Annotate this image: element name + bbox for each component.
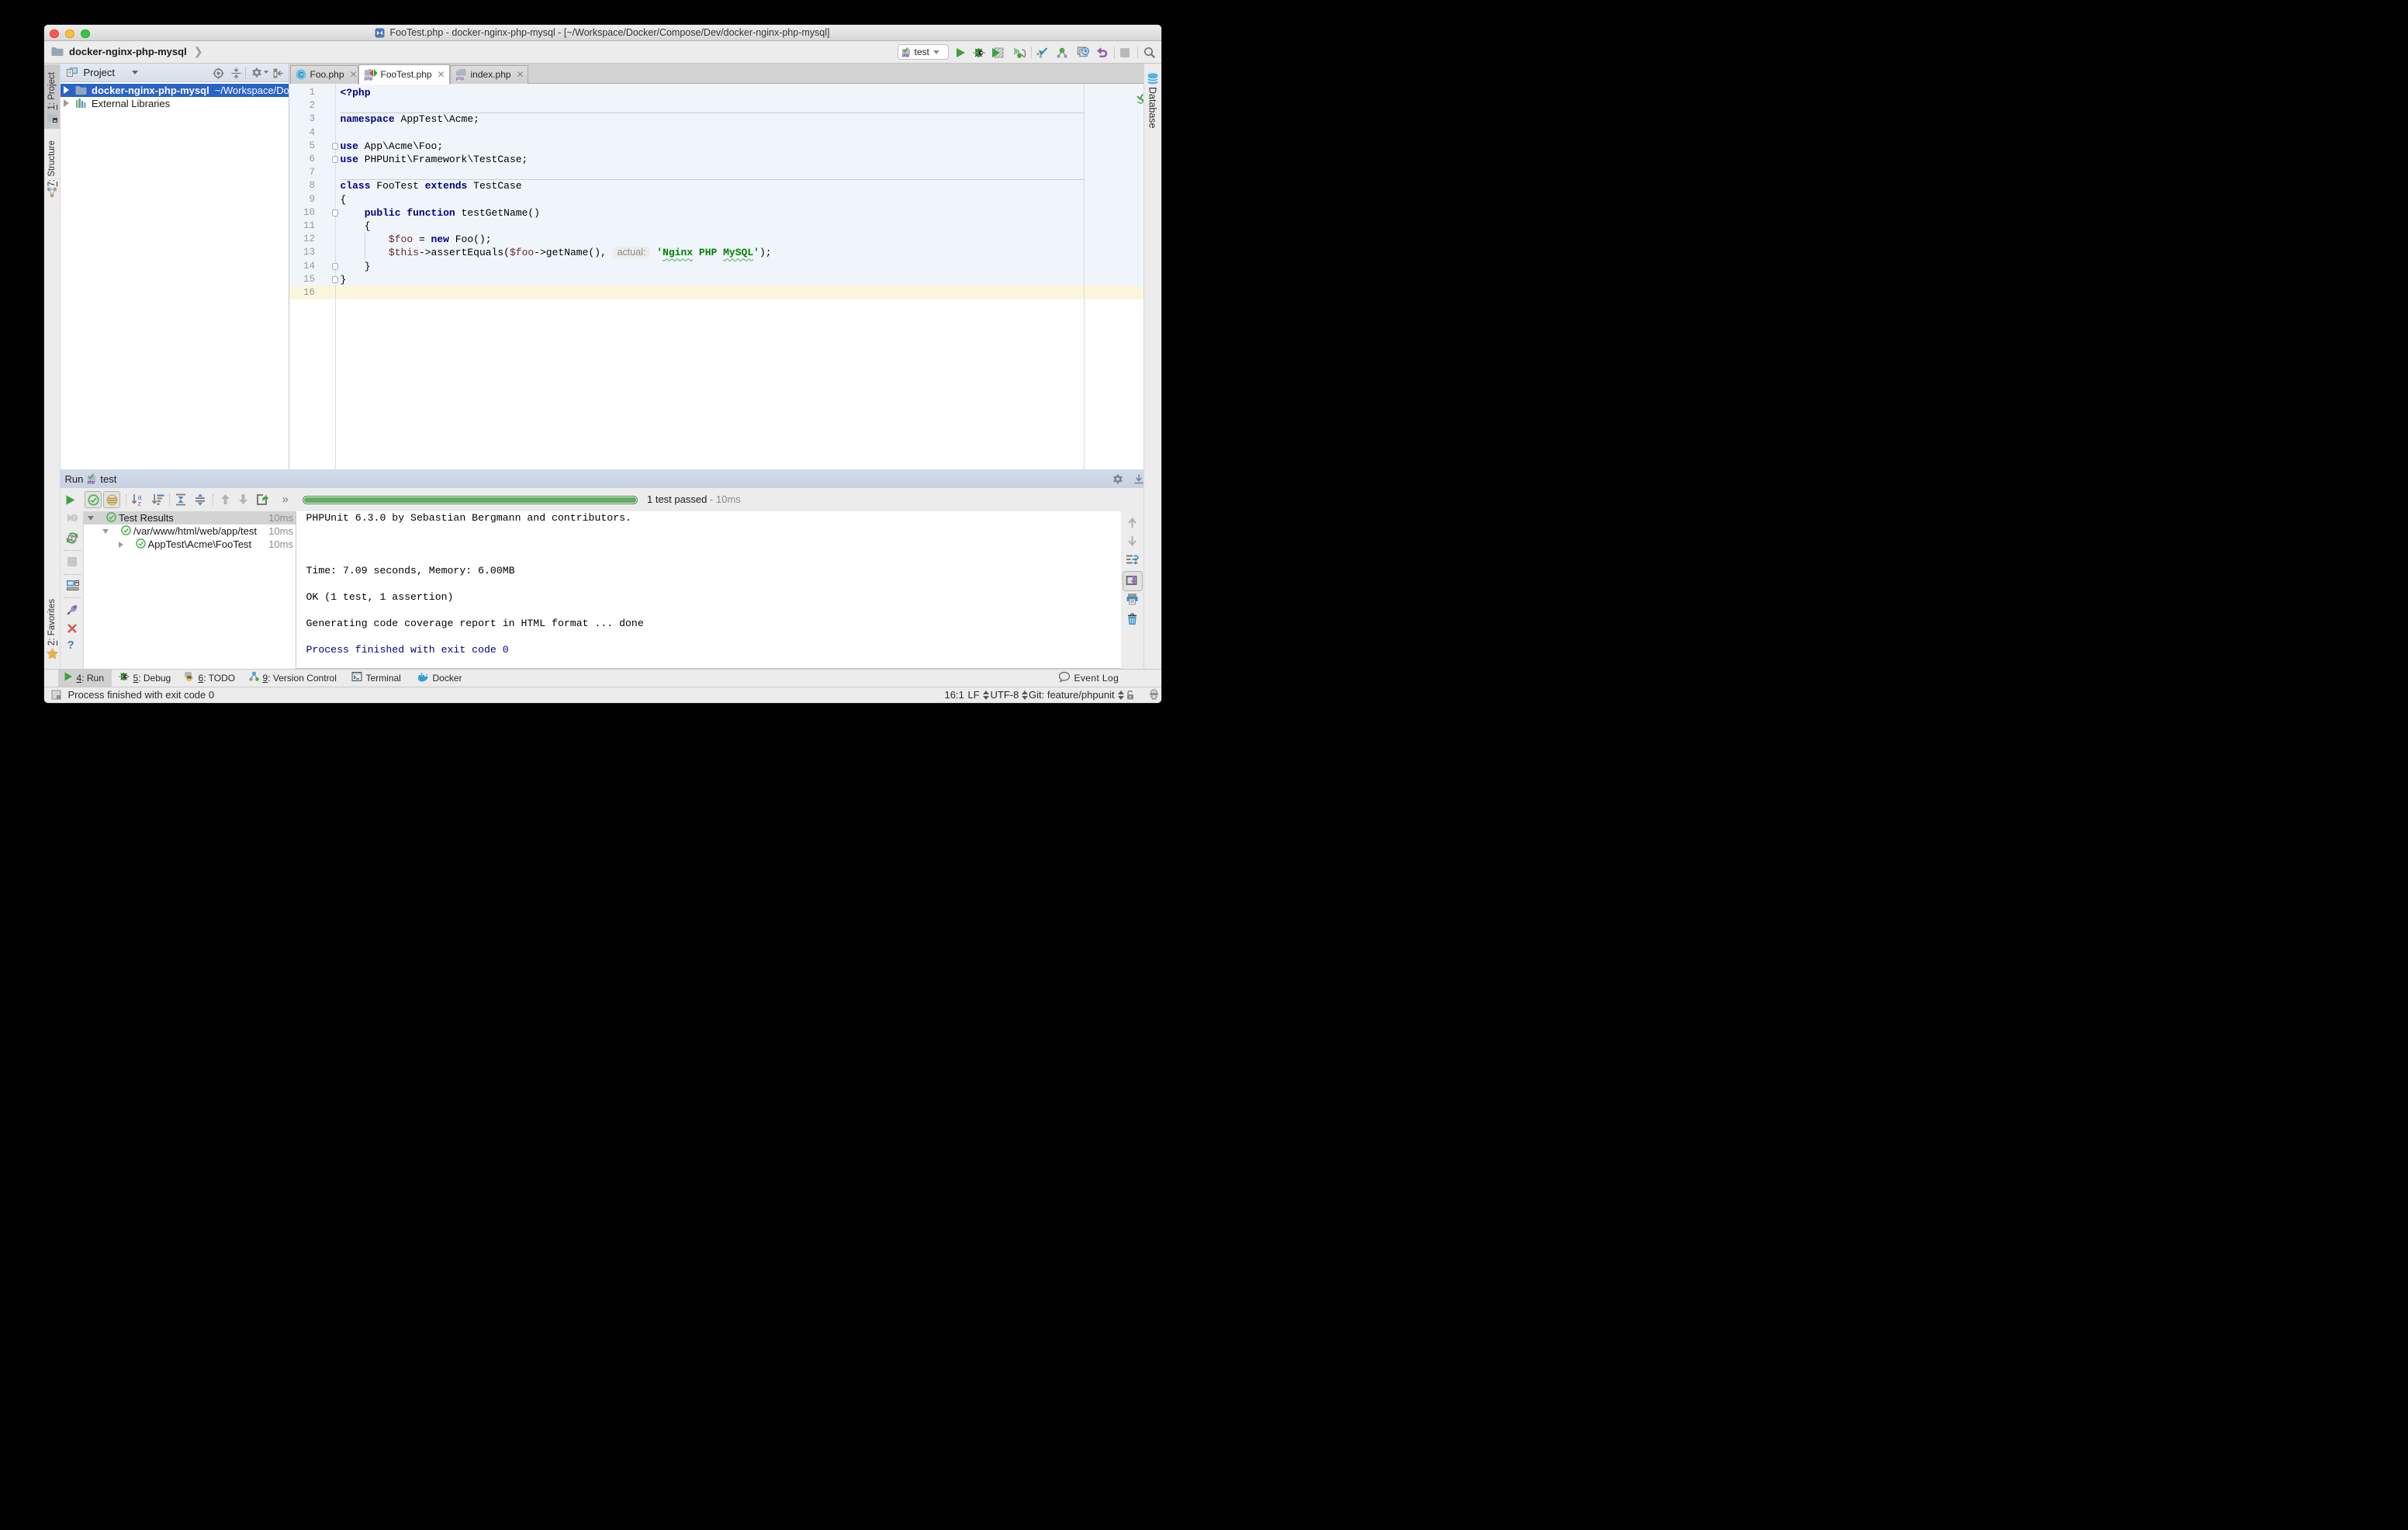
svg-text:php: php [901,54,908,57]
svg-text:z: z [137,500,141,506]
svg-text:!: ! [73,514,75,522]
svg-text:php: php [364,77,372,81]
svg-text:php: php [455,77,464,81]
svg-text:php: php [88,480,95,485]
svg-text:C: C [298,71,303,79]
